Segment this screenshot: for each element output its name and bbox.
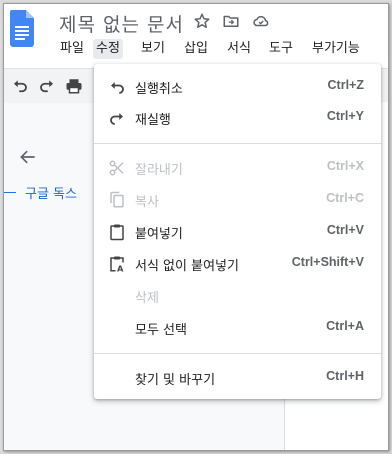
menu-item-redo[interactable]: 재실행 Ctrl+Y xyxy=(94,102,381,134)
menu-item-shortcut: Ctrl+Shift+V xyxy=(291,255,364,269)
undo-icon[interactable] xyxy=(11,77,29,95)
redo-icon xyxy=(110,113,123,125)
menu-item-label: 복사 xyxy=(135,195,159,210)
menu-item-shortcut: Ctrl+Y xyxy=(326,109,364,123)
menu-item-label: 삭제 xyxy=(135,291,159,306)
menu-item-find-replace[interactable]: 찾기 및 바꾸기 Ctrl+H xyxy=(94,362,381,394)
edit-menu-dropdown: 실행취소 Ctrl+Z 재실행 Ctrl+Y 잘라내기 Ctrl+X 복사 Ct… xyxy=(94,64,381,399)
menu-format[interactable]: 서식 xyxy=(224,39,254,59)
app-window: 제목 없는 문서 파일 수정 보기 삽입 서식 도구 부가기능 구글 독스 실행… xyxy=(3,3,389,451)
document-title[interactable]: 제목 없는 문서 xyxy=(59,10,184,37)
undo-icon xyxy=(111,82,124,94)
menu-insert[interactable]: 삽입 xyxy=(181,39,211,59)
svg-text:A: A xyxy=(117,264,124,274)
menu-item-undo[interactable]: 실행취소 Ctrl+Z xyxy=(94,71,381,103)
menu-item-paste-plain[interactable]: A 서식 없이 붙여넣기 Ctrl+Shift+V xyxy=(94,248,381,280)
menu-item-label: 모두 선택 xyxy=(135,323,187,338)
menu-item-label: 실행취소 xyxy=(135,82,183,97)
menu-edit[interactable]: 수정 xyxy=(93,39,123,59)
menu-item-shortcut: Ctrl+H xyxy=(326,369,364,383)
back-arrow-icon[interactable] xyxy=(18,147,38,167)
star-icon[interactable] xyxy=(193,12,211,30)
move-to-folder-icon[interactable] xyxy=(222,12,240,30)
menu-item-delete[interactable]: 삭제 xyxy=(94,280,381,312)
outline-heading[interactable]: 구글 독스 xyxy=(25,183,77,202)
paste-plain-icon: A xyxy=(110,256,124,274)
menu-item-label: 서식 없이 붙여넣기 xyxy=(135,259,239,274)
menu-item-label: 재실행 xyxy=(135,113,171,128)
menu-item-cut[interactable]: 잘라내기 Ctrl+X xyxy=(94,152,381,184)
menu-bar: 파일 수정 보기 삽입 서식 도구 부가기능 xyxy=(4,36,388,62)
print-icon[interactable] xyxy=(65,77,83,95)
outline-indicator xyxy=(4,192,16,193)
menu-file[interactable]: 파일 xyxy=(57,39,87,59)
cloud-status-icon[interactable] xyxy=(252,12,270,30)
redo-icon[interactable] xyxy=(38,77,56,95)
menu-view[interactable]: 보기 xyxy=(138,39,168,59)
paste-icon xyxy=(110,224,124,241)
menu-item-shortcut: Ctrl+C xyxy=(326,191,364,205)
menu-item-label: 붙여넣기 xyxy=(135,227,183,242)
cut-icon xyxy=(109,160,124,176)
menu-divider xyxy=(94,353,381,354)
menu-item-shortcut: Ctrl+V xyxy=(326,223,364,237)
menu-item-label: 잘라내기 xyxy=(135,163,183,178)
menu-item-shortcut: Ctrl+Z xyxy=(327,78,364,92)
menu-tools[interactable]: 도구 xyxy=(266,39,296,59)
menu-item-paste[interactable]: 붙여넣기 Ctrl+V xyxy=(94,216,381,248)
copy-icon xyxy=(110,191,124,208)
menu-item-select-all[interactable]: 모두 선택 Ctrl+A xyxy=(94,312,381,344)
menu-item-copy[interactable]: 복사 Ctrl+C xyxy=(94,184,381,216)
menu-item-shortcut: Ctrl+A xyxy=(326,319,364,333)
menu-item-label: 찾기 및 바꾸기 xyxy=(135,373,216,388)
menu-addons[interactable]: 부가기능 xyxy=(309,39,363,59)
menu-item-shortcut: Ctrl+X xyxy=(326,159,364,173)
menu-divider xyxy=(94,143,381,144)
